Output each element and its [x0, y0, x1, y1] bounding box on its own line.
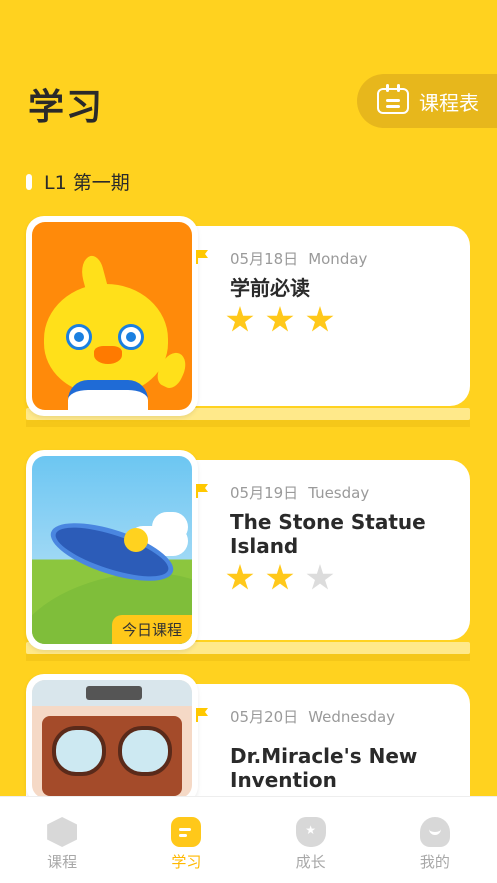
study-icon	[171, 817, 202, 847]
lesson-weekday: Wednesday	[308, 708, 396, 726]
lesson-title: The Stone Statue Island	[230, 510, 426, 558]
star-icon	[306, 306, 334, 332]
level-heading: L1 第一期	[26, 168, 130, 195]
profile-icon	[419, 817, 450, 847]
tab-profile[interactable]: 我的	[373, 797, 497, 883]
lesson-weekday: Tuesday	[308, 484, 370, 502]
bookmark-flag-icon	[196, 484, 208, 498]
star-rating	[226, 306, 346, 334]
level-marker	[26, 173, 32, 190]
tab-label: 我的	[419, 853, 450, 871]
growth-icon	[295, 817, 326, 847]
ufo-illustration: 今日课程	[32, 456, 192, 644]
star-rating	[226, 564, 346, 592]
lesson-thumbnail[interactable]: 今日课程	[26, 450, 198, 650]
tab-study[interactable]: 学习	[124, 797, 248, 883]
bookmark-flag-icon	[196, 250, 208, 264]
page-title: 学习	[28, 87, 105, 128]
lesson-card[interactable]: 今日课程 05月19日 Tuesday The Stone Statue Isla…	[26, 450, 470, 661]
lesson-thumbnail[interactable]	[26, 674, 198, 804]
course-icon	[47, 817, 78, 847]
tab-label: 成长	[295, 853, 326, 871]
calendar-icon	[377, 84, 409, 114]
tab-label: 学习	[171, 853, 202, 871]
lesson-thumbnail[interactable]	[26, 216, 198, 416]
tab-label: 课程	[47, 853, 78, 871]
schedule-button[interactable]: 课程表	[357, 74, 497, 128]
lesson-date: 05月20日 Wednesday	[230, 708, 396, 726]
level-label: L1 第一期	[44, 172, 130, 194]
lesson-title: 学前必读	[230, 276, 310, 300]
star-icon	[266, 306, 294, 332]
lesson-date: 05月19日 Tuesday	[230, 484, 370, 502]
schedule-label: 课程表	[419, 90, 479, 115]
bottom-tab-bar: 课程 学习 成长 我的	[0, 796, 497, 883]
lesson-date: 05月18日 Monday	[230, 250, 368, 268]
star-empty-icon	[306, 564, 334, 590]
bookmark-flag-icon	[196, 708, 208, 722]
lesson-weekday: Monday	[308, 250, 368, 268]
star-icon	[226, 564, 254, 590]
star-icon	[266, 564, 294, 590]
lesson-card[interactable]: 05月18日 Monday 学前必读	[26, 216, 470, 427]
tab-growth[interactable]: 成长	[249, 797, 373, 883]
room-illustration	[32, 680, 192, 798]
duck-illustration	[32, 222, 192, 410]
lesson-card[interactable]: 05月20日 Wednesday Dr.Miracle's New Inventi…	[26, 674, 470, 824]
today-course-badge: 今日课程	[111, 615, 192, 644]
star-icon	[226, 306, 254, 332]
tab-course[interactable]: 课程	[0, 797, 124, 883]
lesson-title: Dr.Miracle's New Invention	[230, 744, 418, 792]
